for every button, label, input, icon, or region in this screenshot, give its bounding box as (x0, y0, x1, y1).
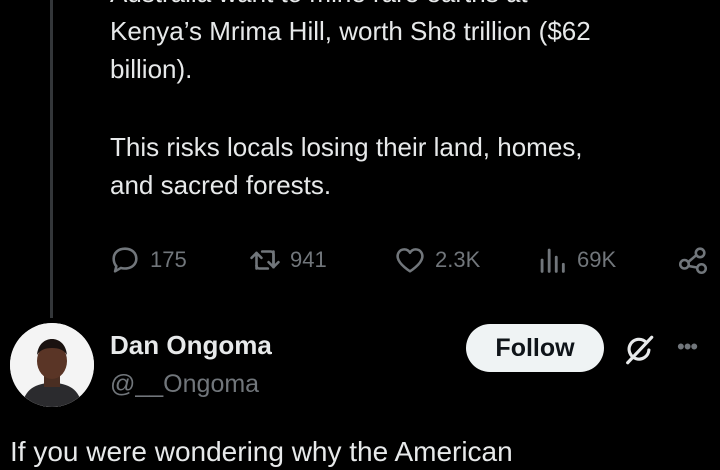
tweet-line-1: Australia want to mine rare earths at (110, 0, 710, 12)
reply-icon (112, 247, 138, 273)
reply-count: 175 (150, 247, 187, 272)
follow-button[interactable]: Follow (466, 324, 604, 372)
share-icon (678, 247, 708, 275)
tweet-line-3: billion). (110, 54, 193, 84)
grok-icon[interactable] (622, 333, 656, 367)
like-count: 2.3K (435, 247, 481, 272)
tweet-actions: 175 941 2.3K 69K (108, 240, 713, 280)
views-icon (540, 248, 565, 273)
tweet-text: Australia want to mine rare earths at Ke… (110, 0, 710, 204)
views-button[interactable]: 69K (535, 240, 616, 280)
retweet-button[interactable]: 941 (248, 240, 327, 280)
more-icon[interactable]: ••• (677, 332, 713, 362)
like-button[interactable]: 2.3K (393, 240, 480, 280)
retweet-icon (250, 250, 280, 270)
tweet-line-2: Kenya’s Mrima Hill, worth Sh8 trillion (… (110, 16, 591, 46)
reply-button[interactable]: 175 (108, 240, 187, 280)
avatar[interactable] (10, 323, 94, 407)
avatar-image (10, 323, 94, 407)
like-icon (396, 248, 424, 273)
tweet-line-4: This risks locals losing their land, hom… (110, 132, 583, 162)
user-display-name[interactable]: Dan Ongoma (110, 330, 272, 361)
retweet-count: 941 (290, 247, 327, 272)
tweet-line-5: and sacred forests. (110, 170, 332, 200)
user-handle[interactable]: @__Ongoma (110, 370, 259, 399)
views-count: 69K (577, 247, 617, 272)
thread-connector-line (50, 0, 53, 318)
share-button[interactable] (676, 240, 710, 280)
reply-tweet-text: If you were wondering why the American (10, 436, 513, 467)
